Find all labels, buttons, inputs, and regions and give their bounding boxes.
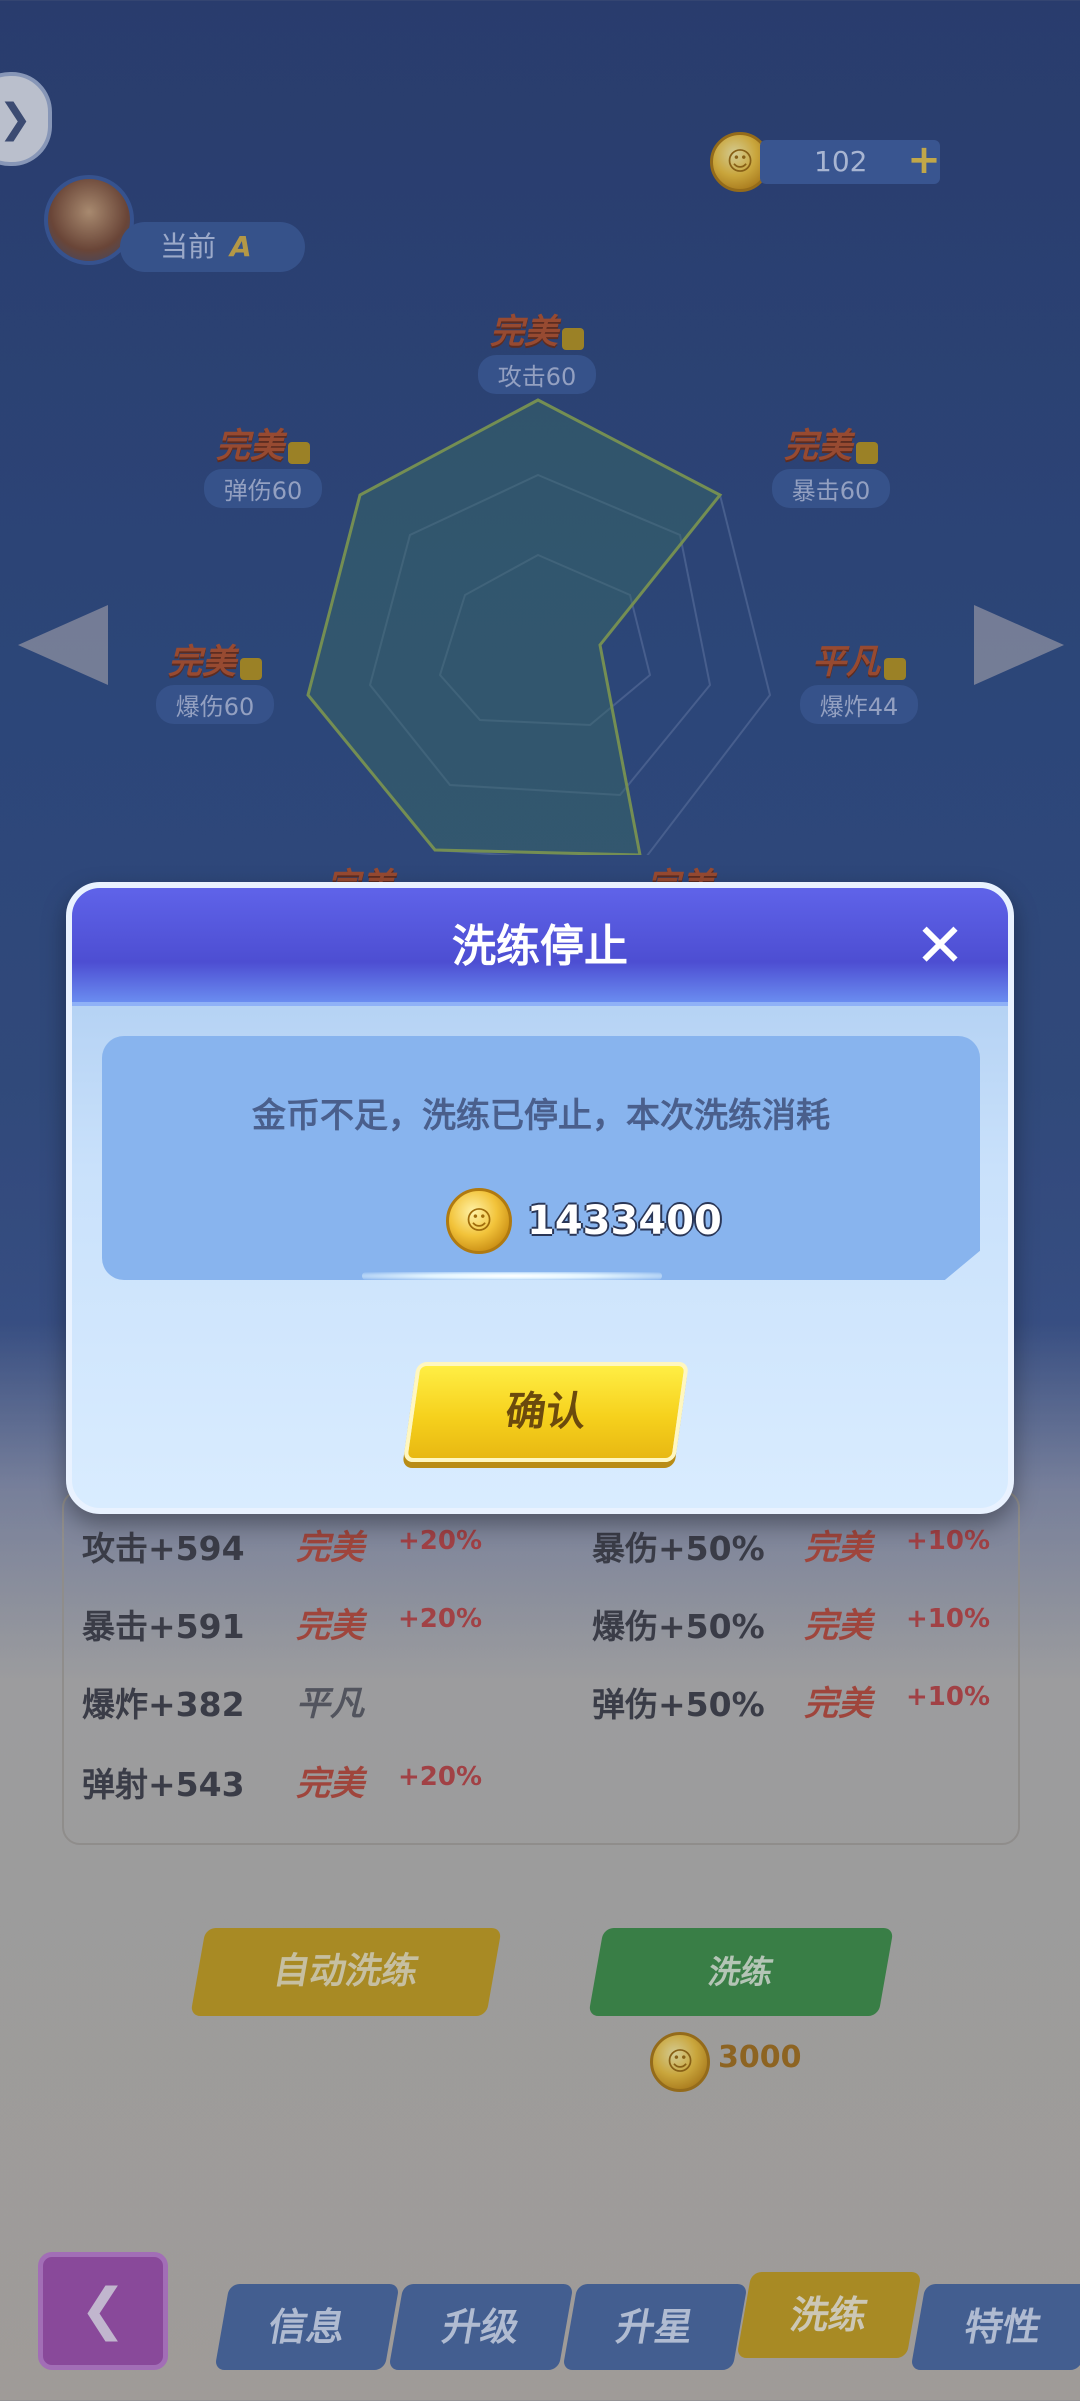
close-icon[interactable]: ✕ bbox=[912, 916, 968, 976]
confirm-button[interactable]: 确认 bbox=[402, 1362, 690, 1462]
message-text: 金币不足，洗练已停止，本次洗练消耗 bbox=[252, 1096, 830, 1136]
dialog-title: 洗练停止 bbox=[452, 921, 628, 972]
divider-glow bbox=[362, 1272, 662, 1280]
gold-coin-icon: ☺ bbox=[446, 1188, 512, 1254]
message-box: 金币不足，洗练已停止，本次洗练消耗 ☺ 1433400 bbox=[102, 1036, 980, 1280]
wash-stopped-dialog: 洗练停止 ✕ 金币不足，洗练已停止，本次洗练消耗 ☺ 1433400 确认 bbox=[66, 882, 1014, 1514]
spent-amount: 1433400 bbox=[527, 1198, 722, 1244]
